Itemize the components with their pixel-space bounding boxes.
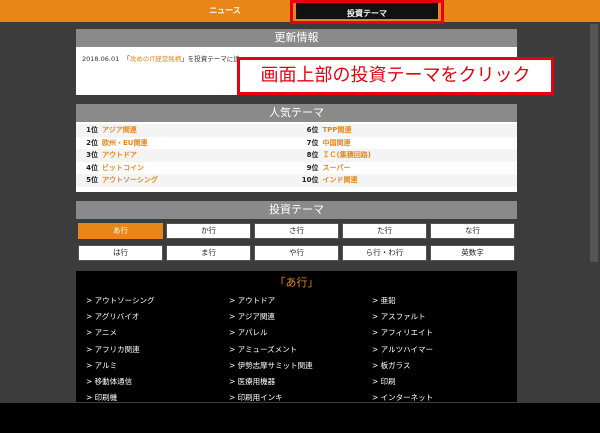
rank-theme-link[interactable]: 中国関連 <box>323 139 351 147</box>
popular-themes-panel: 人気テーマ 1位 アジア関連 6位 TPP関連 2位 欧州・EU関連 7位 中国関連 3… <box>76 104 517 192</box>
rank-item[interactable]: 2位 欧州・EU関連 <box>76 137 297 150</box>
investment-theme-header: 投資テーマ <box>76 201 517 219</box>
rank-item[interactable]: 8位 ＩＣ(集積回路) <box>296 149 517 162</box>
rank-item[interactable]: 7位 中国関連 <box>297 137 518 150</box>
rank-number: 5位 <box>86 176 98 185</box>
rank-number: 3位 <box>86 151 98 160</box>
rank-item[interactable]: 3位 アウトドア <box>76 149 297 162</box>
row-button-ya[interactable]: や行 <box>254 245 339 261</box>
rank-theme-link[interactable]: インド関連 <box>323 176 358 184</box>
rank-theme-link[interactable]: アジア関連 <box>102 126 137 134</box>
update-link[interactable]: 攻めのIT経営銘柄 <box>130 55 181 63</box>
rank-item[interactable]: 9位 スーパー <box>297 162 518 175</box>
update-text: を投資テーマに追 <box>187 55 240 63</box>
nav-tab-news[interactable]: ニュース <box>150 0 300 22</box>
rank-item[interactable]: 6位 TPP関連 <box>296 124 517 137</box>
rank-item[interactable]: 10位 インド関連 <box>296 174 517 187</box>
rank-number: 7位 <box>306 138 319 147</box>
popular-ranking: 1位 アジア関連 6位 TPP関連 2位 欧州・EU関連 7位 中国関連 3位 アウトドア… <box>76 122 517 187</box>
theme-list-item[interactable]: > アニメ <box>86 327 229 343</box>
rank-theme-link[interactable]: TPP関連 <box>323 126 352 134</box>
bottom-band <box>0 403 600 433</box>
theme-list-item[interactable]: > アスファルト <box>372 311 515 327</box>
theme-list-item[interactable]: > アルミ <box>86 360 229 376</box>
instruction-callout: 画面上部の投資テーマをクリック <box>237 57 554 95</box>
theme-list-item[interactable]: > 伊勢志摩サミット関連 <box>229 360 372 376</box>
scrollbar-thumb[interactable] <box>590 24 598 262</box>
rank-theme-link[interactable]: アウトドア <box>102 151 137 159</box>
popular-themes-header: 人気テーマ <box>76 104 517 122</box>
rank-theme-link[interactable]: ＩＣ(集積回路) <box>323 151 371 159</box>
rank-number: 10位 <box>301 176 319 185</box>
theme-list-item[interactable]: > 医療用機器 <box>229 376 372 392</box>
row-button-ka[interactable]: か行 <box>166 223 251 239</box>
rank-theme-link[interactable]: ビットコイン <box>102 164 144 172</box>
theme-list-item[interactable]: > アルツハイマー <box>372 344 515 360</box>
rank-number: 4位 <box>86 163 98 172</box>
theme-list-item[interactable]: > アグリバイオ <box>86 311 229 327</box>
rank-theme-link[interactable]: 欧州・EU関連 <box>102 139 147 147</box>
rank-number: 9位 <box>306 163 319 172</box>
theme-list-item[interactable]: > 亜鉛 <box>372 295 515 311</box>
rank-theme-link[interactable]: スーパー <box>323 164 351 172</box>
row-button-a[interactable]: あ行 <box>78 223 163 239</box>
update-date: 2018.06.01 <box>82 55 120 63</box>
theme-list: > アウトソーシング > アウトドア > 亜鉛 > アグリバイオ > アジア関連… <box>76 295 517 408</box>
row-button-sa[interactable]: さ行 <box>254 223 339 239</box>
row-button-ma[interactable]: ま行 <box>166 245 251 261</box>
kana-row-buttons-1: あ行 か行 さ行 た行 な行 <box>76 223 517 239</box>
theme-list-item[interactable]: > アフィリエイト <box>372 327 515 343</box>
theme-list-item[interactable]: > アウトドア <box>229 295 372 311</box>
row-button-ra-wa[interactable]: ら行・わ行 <box>342 245 427 261</box>
highlight-box-theme-tab <box>290 0 444 24</box>
row-button-ha[interactable]: は行 <box>78 245 163 261</box>
theme-list-panel: 「あ行」 > アウトソーシング > アウトドア > 亜鉛 > アグリバイオ > … <box>76 271 517 402</box>
rank-number: 6位 <box>306 126 319 134</box>
theme-list-item[interactable]: > アパレル <box>229 327 372 343</box>
row-button-alnum[interactable]: 英数字 <box>430 245 515 261</box>
row-button-ta[interactable]: た行 <box>342 223 427 239</box>
rank-number: 2位 <box>86 138 98 147</box>
rank-item[interactable]: 4位 ビットコイン <box>76 162 297 175</box>
rank-item[interactable]: 5位 アウトソーシング <box>76 174 297 187</box>
theme-list-item[interactable]: > 印刷 <box>372 376 515 392</box>
rank-theme-link[interactable]: アウトソーシング <box>102 176 158 184</box>
theme-list-item[interactable]: > アジア関連 <box>229 311 372 327</box>
theme-list-item[interactable]: > アフリカ関連 <box>86 344 229 360</box>
update-info-header: 更新情報 <box>76 29 517 47</box>
row-button-na[interactable]: な行 <box>430 223 515 239</box>
rank-item[interactable]: 1位 アジア関連 <box>76 124 297 137</box>
theme-list-item[interactable]: > 移動体通信 <box>86 376 229 392</box>
theme-list-item[interactable]: > アウトソーシング <box>86 295 229 311</box>
rank-number: 1位 <box>86 126 98 134</box>
theme-list-title: 「あ行」 <box>274 276 319 289</box>
kana-row-buttons-2: は行 ま行 や行 ら行・わ行 英数字 <box>76 245 517 261</box>
rank-number: 8位 <box>306 151 319 160</box>
theme-list-item[interactable]: > 板ガラス <box>372 360 515 376</box>
theme-list-item[interactable]: > アミューズメント <box>229 344 372 360</box>
